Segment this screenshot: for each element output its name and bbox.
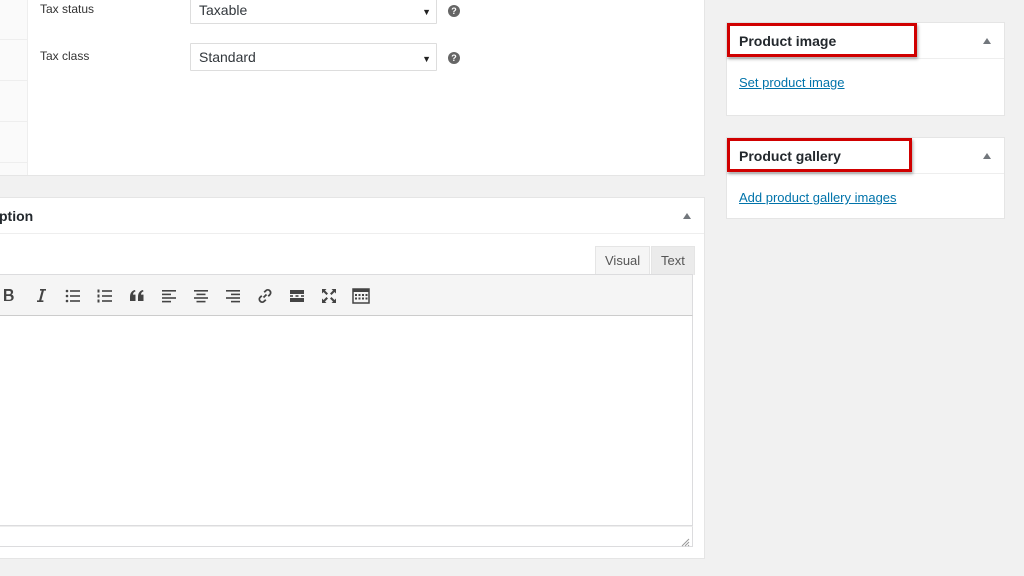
product-gallery-box: Product gallery Add product gallery imag… <box>726 137 1005 219</box>
link-icon[interactable] <box>254 285 276 307</box>
chevron-down-icon: ▼ <box>422 54 431 64</box>
product-data-tab[interactable] <box>0 122 27 163</box>
collapse-arrow-icon[interactable] <box>983 38 991 44</box>
tax-status-label: Tax status <box>40 2 95 16</box>
toolbar-toggle-icon[interactable] <box>350 285 372 307</box>
numbered-list-icon[interactable] <box>94 285 116 307</box>
product-data-panel: Tax status Taxable ▼ ? Tax class Standar… <box>0 0 705 176</box>
chevron-down-icon: ▼ <box>422 7 431 17</box>
short-description-panel: ption Visual Text <box>0 197 705 559</box>
add-product-gallery-images-link[interactable]: Add product gallery images <box>739 190 897 205</box>
align-right-icon[interactable] <box>222 285 244 307</box>
italic-icon[interactable] <box>30 285 52 307</box>
read-more-icon[interactable] <box>286 285 308 307</box>
help-icon[interactable]: ? <box>448 52 460 64</box>
highlight-box <box>727 23 917 57</box>
product-data-tab[interactable] <box>0 0 27 40</box>
editor-content-area[interactable] <box>0 316 693 526</box>
fullscreen-icon[interactable] <box>318 285 340 307</box>
align-center-icon[interactable] <box>190 285 212 307</box>
align-left-icon[interactable] <box>158 285 180 307</box>
tax-class-select[interactable]: Standard ▼ <box>190 43 437 71</box>
help-icon[interactable]: ? <box>448 5 460 17</box>
short-description-header[interactable]: ption <box>0 198 704 234</box>
editor-status-bar <box>0 526 693 547</box>
product-data-tab[interactable] <box>0 81 27 122</box>
tax-class-value: Standard <box>199 49 256 65</box>
bold-icon[interactable] <box>0 285 20 307</box>
set-product-image-link[interactable]: Set product image <box>739 75 845 90</box>
short-description-title: ption <box>0 208 34 224</box>
product-data-tab[interactable] <box>0 40 27 81</box>
bullet-list-icon[interactable] <box>62 285 84 307</box>
tax-class-label: Tax class <box>40 49 90 63</box>
tax-status-select[interactable]: Taxable ▼ <box>190 0 437 24</box>
tab-text[interactable]: Text <box>651 246 695 275</box>
collapse-arrow-icon[interactable] <box>983 153 991 159</box>
product-gallery-header[interactable]: Product gallery <box>727 138 1004 174</box>
product-image-box: Product image Set product image <box>726 22 1005 116</box>
tab-visual[interactable]: Visual <box>595 246 651 275</box>
editor-toolbar <box>0 274 693 316</box>
blockquote-icon[interactable] <box>126 285 148 307</box>
collapse-arrow-icon[interactable] <box>683 213 691 219</box>
tax-status-value: Taxable <box>199 2 248 18</box>
product-image-header[interactable]: Product image <box>727 23 1004 59</box>
resize-handle-icon[interactable] <box>680 534 690 547</box>
highlight-box <box>727 138 912 172</box>
product-data-tabs <box>0 0 28 175</box>
